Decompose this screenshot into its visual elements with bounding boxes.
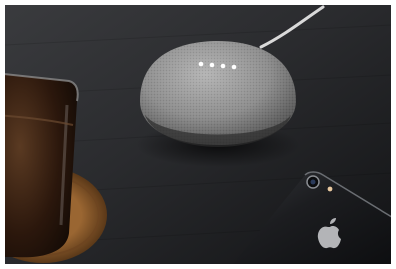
led-light: [220, 63, 226, 69]
led-light: [198, 61, 204, 67]
photo-frame: [5, 5, 391, 264]
smart-speaker: [140, 41, 296, 147]
led-light: [231, 64, 237, 70]
led-light: [209, 62, 215, 68]
camera-flash: [327, 186, 333, 192]
scene-image: [5, 5, 391, 264]
drinking-glass: [5, 73, 79, 258]
